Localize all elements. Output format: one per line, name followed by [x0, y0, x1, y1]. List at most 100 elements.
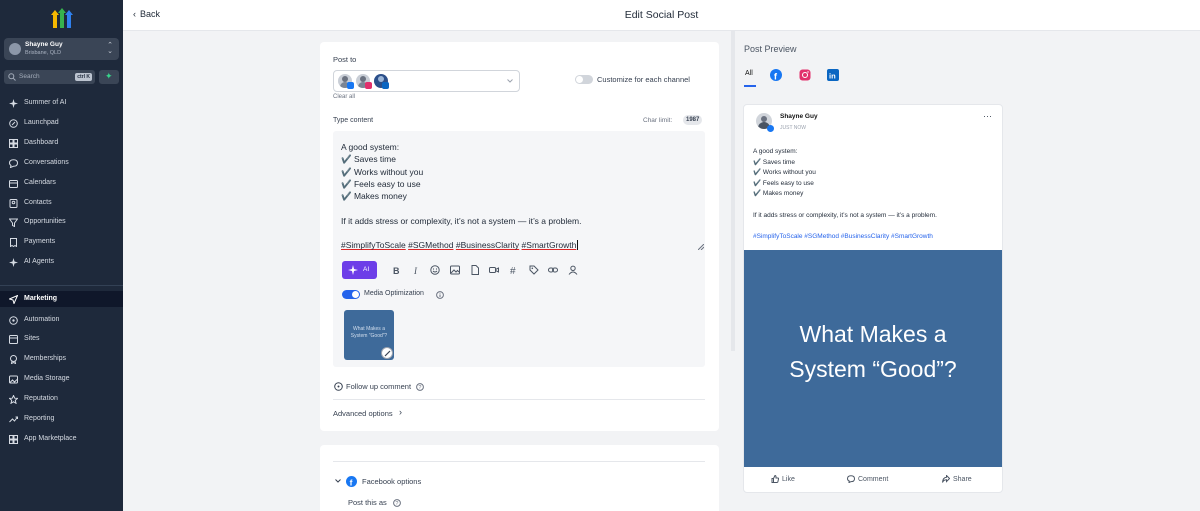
facebook-badge-icon [347, 82, 354, 89]
sparkle-icon [9, 99, 18, 108]
help-icon[interactable]: ? [416, 383, 424, 391]
sidebar-item-memberships[interactable]: Memberships [0, 351, 123, 367]
comment-icon [847, 475, 855, 483]
sidebar-item-opportunities[interactable]: Opportunities [0, 214, 123, 230]
facebook-tab-icon[interactable]: f [770, 69, 782, 81]
chevron-down-icon[interactable] [335, 479, 341, 483]
ai-label: AI [363, 266, 370, 273]
chevron-right-icon[interactable]: › [399, 407, 402, 417]
more-options-icon[interactable]: ··· [983, 111, 992, 121]
post-line: ✔️ Feels easy to use [341, 178, 421, 189]
sidebar-item-automation[interactable]: Automation [0, 312, 123, 328]
quick-action-button[interactable]: ✦ [99, 70, 119, 84]
sidebar-item-conversations[interactable]: Conversations [0, 155, 123, 171]
like-action[interactable]: Like [771, 475, 795, 483]
share-label: Share [953, 475, 972, 483]
sparkle-icon [9, 258, 18, 267]
sidebar-item-sites[interactable]: Sites [0, 331, 123, 347]
sidebar-item-launchpad[interactable]: Launchpad [0, 115, 123, 131]
instagram-tab-icon[interactable] [799, 69, 811, 81]
follow-up-comment[interactable]: Follow up comment [346, 382, 411, 391]
media-thumbnail[interactable]: What Makes a System “Good”? [344, 310, 394, 360]
search-shortcut: ctrl K [75, 73, 92, 81]
preview-tab-all[interactable]: All [745, 70, 753, 77]
sidebar: Shayne Guy Brisbane, QLD ⌃ ⌄ Search ctrl … [0, 0, 123, 511]
help-icon[interactable]: ? [393, 499, 401, 507]
hashtag-icon[interactable]: # [509, 265, 519, 275]
link-icon[interactable] [548, 265, 558, 275]
chevron-left-icon: ‹ [133, 9, 136, 19]
preview-card: Shayne Guy JUST NOW ··· A good system: ✔… [743, 104, 1003, 493]
sidebar-item-media-storage[interactable]: Media Storage [0, 371, 123, 387]
post-line: ✔️ Works without you [341, 166, 424, 177]
emoji-icon[interactable] [430, 265, 440, 275]
account-switcher[interactable]: Shayne Guy Brisbane, QLD ⌃ ⌄ [4, 38, 119, 60]
edit-media-button[interactable] [381, 347, 393, 359]
sidebar-item-summer-of-ai[interactable]: Summer of AI [0, 95, 123, 111]
sidebar-item-label: Media Storage [24, 375, 70, 382]
media-thumbnail-text: What Makes a System “Good”? [350, 326, 388, 339]
sidebar-item-payments[interactable]: Payments [0, 234, 123, 250]
sidebar-item-ai-agents[interactable]: AI Agents [0, 254, 123, 270]
contacts-icon [9, 199, 18, 208]
linkedin-tab-icon[interactable]: in [827, 69, 839, 81]
post-line: A good system: [341, 142, 400, 152]
sidebar-item-label: Summer of AI [24, 99, 67, 106]
svg-text:?: ? [418, 385, 421, 391]
content-editor[interactable]: A good system: ✔️ Saves time ✔️ Works wi… [333, 131, 705, 367]
comment-icon [334, 382, 343, 391]
preview-hashtags[interactable]: #SimplifyToScale #SGMethod #BusinessClar… [753, 232, 937, 243]
facebook-badge-icon [767, 125, 774, 132]
post-line: If it adds stress or complexity, it’s no… [341, 215, 582, 226]
app-logo-icon[interactable] [51, 7, 73, 29]
customize-toggle[interactable] [575, 75, 593, 84]
sidebar-item-label: Marketing [24, 295, 58, 302]
apps-icon [9, 435, 18, 444]
sidebar-item-app-marketplace[interactable]: App Marketplace [0, 431, 123, 447]
clear-all-link[interactable]: Clear all [333, 94, 355, 100]
preview-image-line: System “Good”? [789, 356, 957, 382]
post-line: ✔️ Saves time [341, 154, 396, 165]
sidebar-item-label: Calendars [24, 179, 56, 186]
panel-divider[interactable] [731, 31, 735, 351]
sidebar-item-label: Launchpad [24, 119, 59, 126]
mention-user-icon[interactable] [568, 265, 578, 275]
bold-icon[interactable]: B [391, 265, 401, 275]
sidebar-item-label: Sites [24, 335, 40, 342]
post-text[interactable]: A good system: ✔️ Saves time ✔️ Works wi… [341, 141, 581, 252]
preview-image: What Makes a System “Good”? [744, 250, 1002, 467]
sidebar-item-label: Dashboard [24, 139, 59, 146]
video-icon[interactable] [489, 265, 499, 275]
star-icon [9, 395, 18, 404]
svg-text:?: ? [395, 501, 398, 507]
trend-icon [9, 416, 18, 423]
back-button[interactable]: ‹ Back [133, 9, 160, 19]
sidebar-item-dashboard[interactable]: Dashboard [0, 135, 123, 151]
funnel-icon [9, 218, 18, 227]
comment-action[interactable]: Comment [847, 475, 888, 483]
media-optimization-toggle[interactable] [342, 290, 360, 299]
info-icon[interactable] [436, 291, 444, 299]
tag-icon[interactable] [529, 265, 539, 275]
preview-line: ✔️ Makes money [753, 190, 804, 198]
ai-button[interactable]: AI [342, 261, 377, 279]
sidebar-item-reporting[interactable]: Reporting [0, 411, 123, 427]
share-action[interactable]: Share [942, 475, 972, 483]
channel-select[interactable] [333, 70, 520, 92]
sidebar-item-reputation[interactable]: Reputation [0, 391, 123, 407]
comment-label: Comment [858, 475, 889, 483]
italic-icon[interactable]: I [411, 265, 421, 275]
send-icon [9, 295, 18, 304]
author-name: Shayne Guy [780, 113, 818, 120]
preview-line: ✔️ Feels easy to use [753, 179, 814, 187]
resize-handle-icon[interactable] [698, 244, 704, 250]
sidebar-item-calendars[interactable]: Calendars [0, 175, 123, 191]
advanced-options[interactable]: Advanced options [333, 409, 393, 418]
sidebar-item-contacts[interactable]: Contacts [0, 195, 123, 211]
facebook-options-label[interactable]: Facebook options [362, 477, 421, 486]
hashtag: #BusinessClarity [455, 240, 520, 251]
file-icon[interactable] [470, 265, 480, 275]
sidebar-search[interactable]: Search ctrl K [4, 70, 95, 84]
image-icon[interactable] [450, 265, 460, 275]
sidebar-item-marketing[interactable]: Marketing [0, 291, 123, 307]
